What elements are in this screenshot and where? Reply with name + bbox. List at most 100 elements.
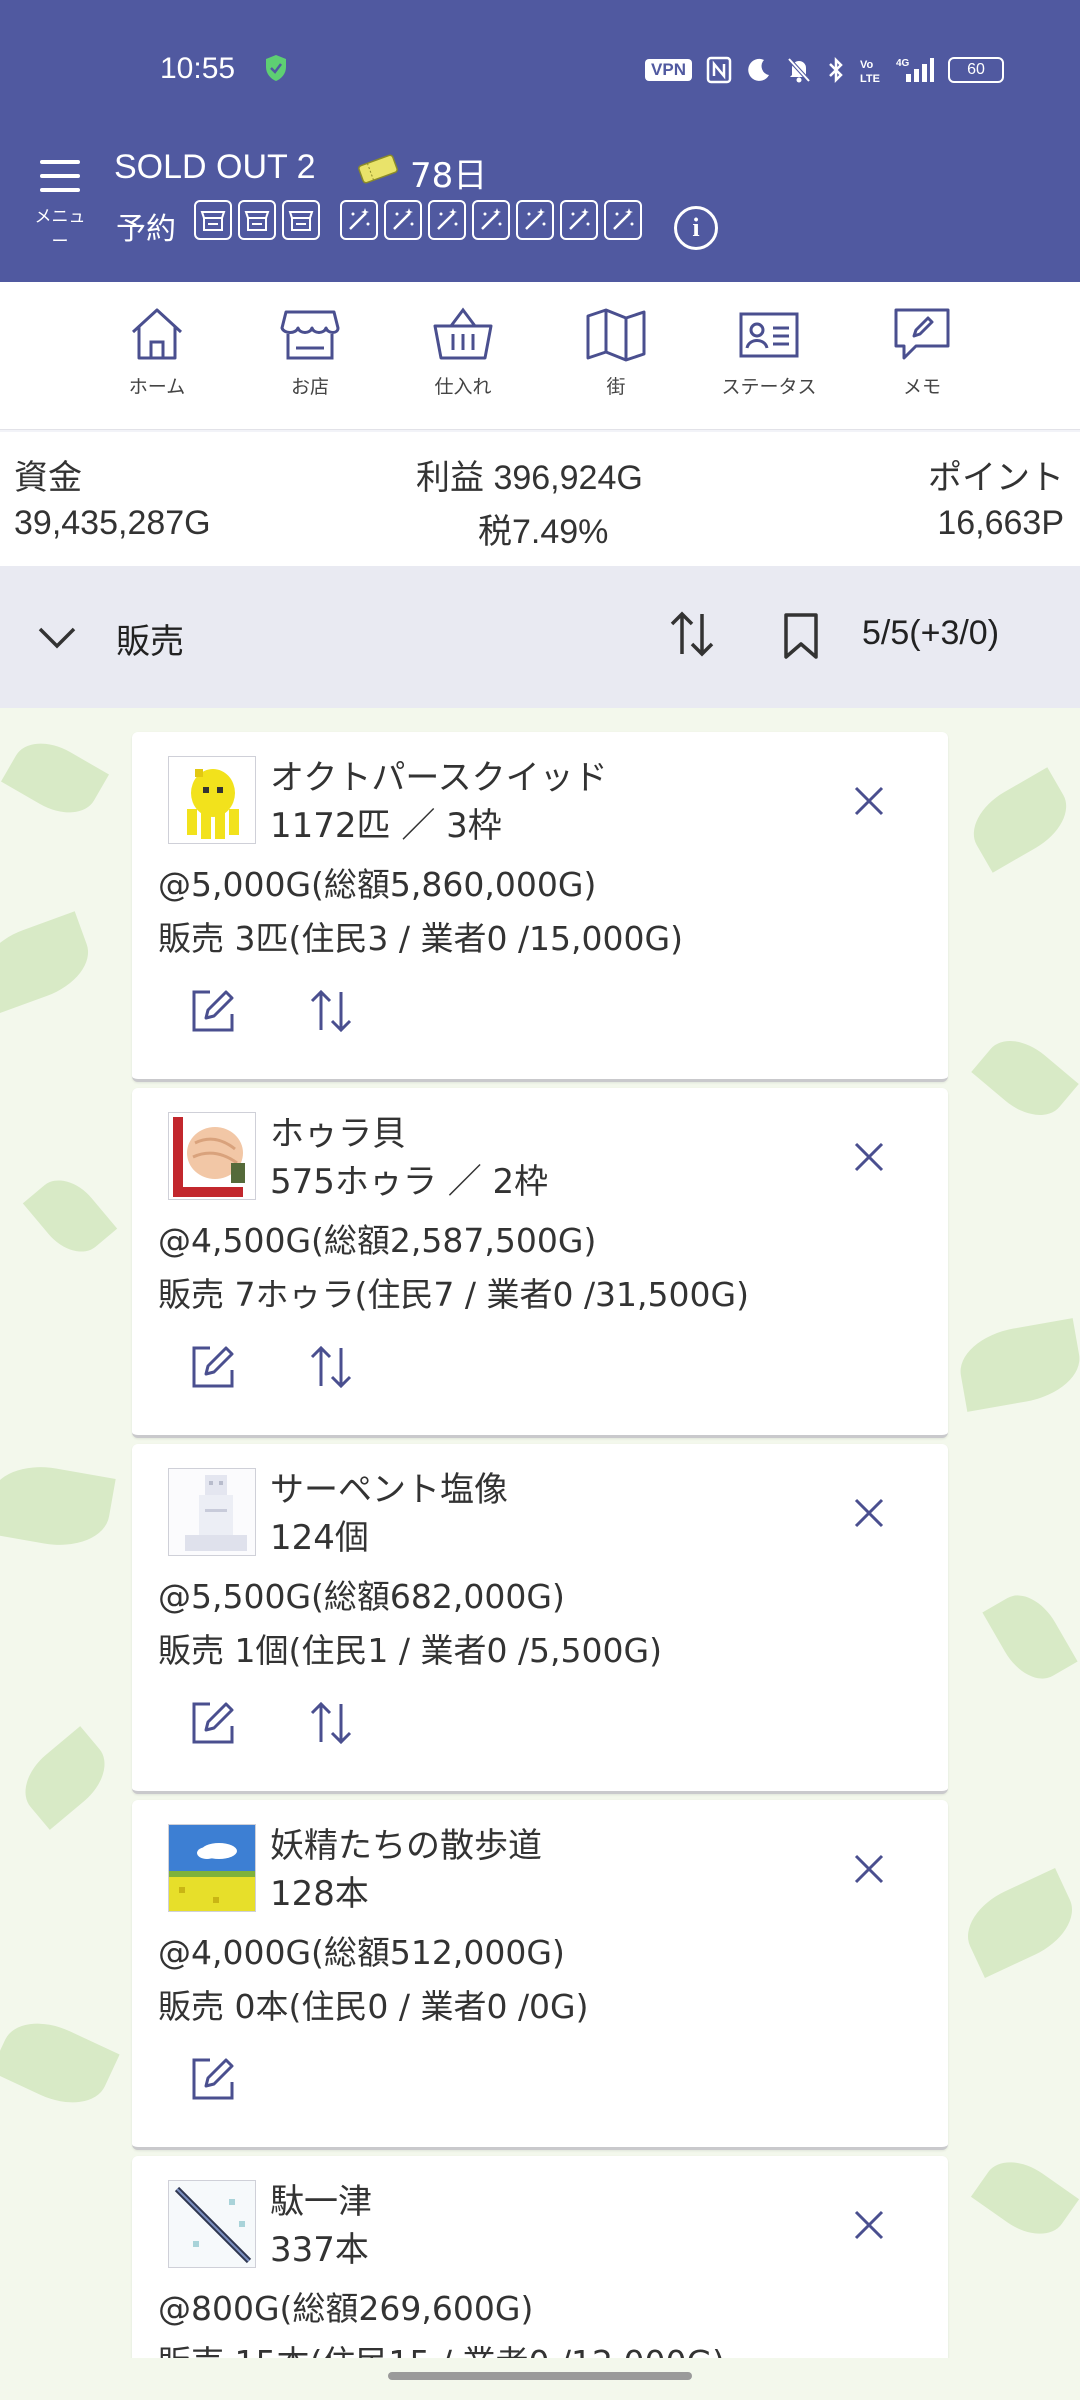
swap-icon[interactable] [306,1698,356,1748]
nav-item-shop[interactable]: お店 [245,304,375,399]
edit-icon[interactable] [188,2054,238,2104]
wand-slot-icon[interactable] [384,200,422,240]
section-count: 5/5(+3/0) [862,614,1000,652]
id-card-icon [739,312,799,358]
item-sales: 販売 7ホゥラ(住民7 / 業者0 /31,500G) [158,1275,749,1314]
item-thumbnail-shell [168,1112,256,1200]
close-icon[interactable] [852,2208,886,2242]
shop-slot-icon[interactable] [238,200,276,240]
sort-icon[interactable] [666,608,718,660]
item-name: サーペント塩像 [270,1470,508,1510]
status-time: 10:55 [160,52,236,85]
wand-slot-icon[interactable] [560,200,598,240]
item-card: 妖精たちの散歩道 128本 @4,000G(総額512,000G) 販売 0本(… [132,1800,948,2150]
item-quantity: 124個 [270,1518,369,1558]
close-icon[interactable] [852,784,886,818]
item-price: @5,000G(総額5,860,000G) [158,865,597,904]
vpn-icon: VPN [645,59,692,81]
home-indicator[interactable] [388,2372,692,2380]
menu-button[interactable]: メニュー [30,160,90,252]
app-title: SOLD OUT 2 [114,148,316,186]
points-value: 16,663P [937,504,1064,542]
nav-item-memo[interactable]: メモ [857,304,987,399]
item-thumbnail-statue [168,1468,256,1556]
status-icons: VPN Vo LTE 4G 60 [645,56,1004,84]
wand-slot-icon[interactable] [340,200,378,240]
memo-icon [894,308,950,360]
shop-icon [280,310,340,360]
hamburger-icon [30,160,90,192]
info-button[interactable]: i [674,206,718,250]
profit-value: 利益 396,924G [416,459,643,497]
close-icon[interactable] [852,1140,886,1174]
nav-label: ステータス [721,376,817,398]
svg-text:Vo: Vo [860,59,874,71]
item-sales: 販売 0本(住民0 / 業者0 /0G) [158,1987,589,2026]
shop-slot-icon[interactable] [194,200,232,240]
stats-panel: 資金 39,435,287G 利益 396,924G 税7.49% ポイント 1… [0,432,1080,566]
signal-icon: 4G [896,58,934,82]
points-label: ポイント [928,459,1064,497]
reserve-shop-slots [194,200,320,240]
close-icon[interactable] [852,1852,886,1886]
item-name: ホゥラ貝 [270,1114,406,1154]
app-header: 10:55 VPN Vo LTE 4G 60 メニュー SOLD OUT 2 78… [0,0,1080,282]
item-quantity: 575ホゥラ ／ 2枠 [270,1162,549,1202]
moon-icon [748,58,769,81]
bluetooth-icon [829,56,843,84]
item-price: @800G(総額269,600G) [158,2289,534,2328]
volte-icon: Vo LTE [860,59,880,84]
item-quantity: 1172匹 ／ 3枠 [270,806,502,846]
map-icon [586,308,646,362]
wand-slot-icon[interactable] [516,200,554,240]
nav-label: ホーム [128,376,186,398]
wand-slot-icon[interactable] [428,200,466,240]
wand-slot-icon[interactable] [604,200,642,240]
item-card: サーペント塩像 124個 @5,500G(総額682,000G) 販売 1個(住… [132,1444,948,1794]
item-sales: 販売 3匹(住民3 / 業者0 /15,000G) [158,919,683,958]
wand-slot-icon[interactable] [472,200,510,240]
edit-icon[interactable] [188,1698,238,1748]
swap-icon[interactable] [306,1342,356,1392]
item-thumbnail-octopus [168,756,256,844]
shop-slot-icon[interactable] [282,200,320,240]
item-price: @4,500G(総額2,587,500G) [158,1221,597,1260]
info-icon: i [692,213,700,242]
edit-icon[interactable] [188,1342,238,1392]
nav-label: 街 [606,376,626,398]
item-quantity: 128本 [270,1874,369,1914]
reserve-wand-slots [340,200,642,240]
shield-icon [266,55,286,81]
nav-item-town[interactable]: 街 [551,304,681,399]
chevron-down-icon[interactable] [36,622,78,652]
nav-item-status[interactable]: ステータス [704,304,834,399]
ticket-icon [358,154,398,184]
battery-icon: 60 [948,57,1004,83]
nav-label: メモ [902,376,941,398]
days-counter: 78日 [410,156,488,196]
swap-icon[interactable] [306,986,356,1036]
sales-section-header[interactable]: 販売 5/5(+3/0) [0,566,1080,708]
nfc-icon [706,56,732,84]
item-sales: 販売 1個(住民1 / 業者0 /5,500G) [158,1631,662,1670]
item-thumbnail-landscape [168,1824,256,1912]
item-card: オクトパースクイッド 1172匹 ／ 3枠 @5,000G(総額5,860,00… [132,732,948,1082]
item-price: @5,500G(総額682,000G) [158,1577,565,1616]
item-quantity: 337本 [270,2230,369,2270]
nav-bar: ホーム お店 仕入れ 街 ステータス メモ [0,282,1080,430]
mute-bell-icon [787,57,811,83]
tax-rate: 税7.49% [478,513,609,551]
nav-label: 仕入れ [434,376,492,398]
reserve-label: 予約 [116,212,176,247]
funds-value: 39,435,287G [14,504,211,542]
nav-label: お店 [290,376,329,398]
item-name: 妖精たちの散歩道 [270,1826,542,1866]
section-title: 販売 [116,622,184,662]
nav-item-home[interactable]: ホーム [92,304,222,399]
nav-item-purchase[interactable]: 仕入れ [398,304,528,399]
item-name: オクトパースクイッド [270,758,608,798]
item-name: 駄一津 [270,2182,372,2222]
close-icon[interactable] [852,1496,886,1530]
bookmark-icon[interactable] [782,612,820,660]
edit-icon[interactable] [188,986,238,1036]
